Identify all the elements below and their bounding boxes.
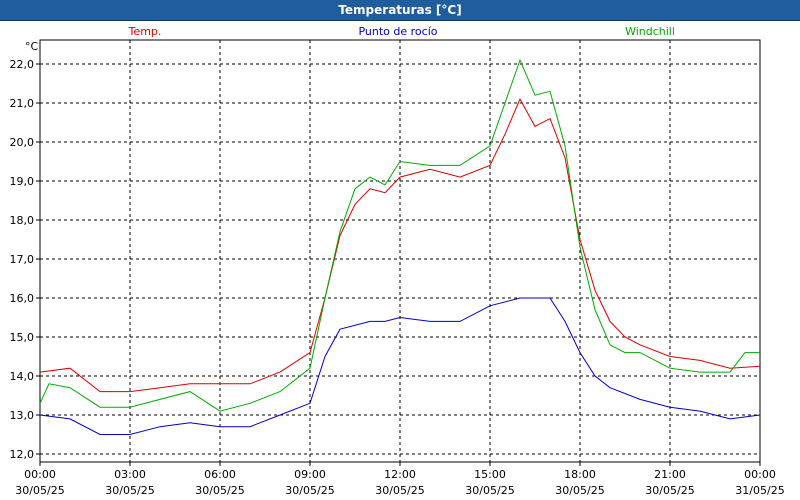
x-tick-date: 30/05/25 — [645, 484, 694, 497]
x-tick-time: 06:00 — [204, 468, 236, 481]
y-tick-label: 21,0 — [10, 97, 35, 110]
y-axis-unit: °C — [25, 40, 39, 53]
x-tick-date: 30/05/25 — [465, 484, 514, 497]
grid — [40, 40, 760, 462]
x-tick-time: 09:00 — [294, 468, 326, 481]
y-tick-label: 19,0 — [10, 175, 35, 188]
x-tick-time: 00:00 — [24, 468, 56, 481]
chart-window: Temperaturas [°C] 12,0 13,0 14,0 15,0 16,0 17… — [0, 0, 800, 500]
legend-entry: Temp. — [128, 25, 162, 38]
x-tick-date: 30/05/25 — [15, 484, 64, 497]
y-tick-label: 22,0 — [10, 58, 35, 71]
x-tick-date: 30/05/25 — [105, 484, 154, 497]
x-tick-date: 30/05/25 — [285, 484, 334, 497]
y-tick-label: 18,0 — [10, 214, 35, 227]
x-tick-time: 18:00 — [564, 468, 596, 481]
tick-labels: 12,0 13,0 14,0 15,0 16,0 17,0 18,0 19,0 20,0 21,0… — [10, 40, 785, 497]
legend-entry: Punto de rocío — [358, 25, 437, 38]
x-tick-date: 30/05/25 — [195, 484, 244, 497]
x-tick-time: 15:00 — [474, 468, 506, 481]
x-tick-date: 31/05/25 — [735, 484, 784, 497]
y-tick-label: 12,0 — [10, 448, 35, 461]
x-tick-time: 03:00 — [114, 468, 146, 481]
x-tick-time: 12:00 — [384, 468, 416, 481]
y-tick-label: 16,0 — [10, 292, 35, 305]
y-tick-label: 13,0 — [10, 409, 35, 422]
legend-entry: Windchill — [625, 25, 675, 38]
y-tick-label: 15,0 — [10, 331, 35, 344]
x-tick-time: 00:00 — [744, 468, 776, 481]
y-tick-label: 17,0 — [10, 253, 35, 266]
y-tick-label: 20,0 — [10, 136, 35, 149]
x-tick-date: 30/05/25 — [375, 484, 424, 497]
x-tick-date: 30/05/25 — [555, 484, 604, 497]
x-tick-time: 21:00 — [654, 468, 686, 481]
legend: Temp. Punto de rocío Windchill — [128, 25, 675, 38]
y-tick-label: 14,0 — [10, 370, 35, 383]
temperature-chart: 12,0 13,0 14,0 15,0 16,0 17,0 18,0 19,0 20,0 21,0… — [10, 25, 785, 497]
